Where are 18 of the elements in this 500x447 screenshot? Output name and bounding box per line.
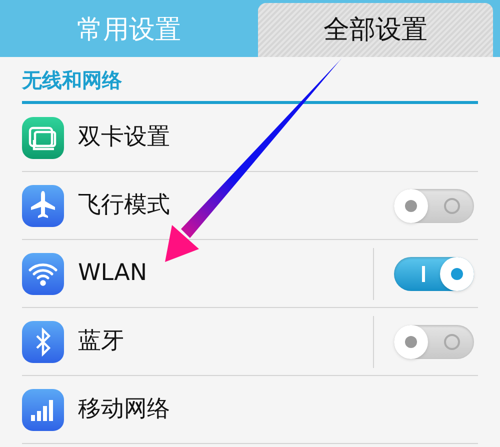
toggle-switch[interactable] bbox=[394, 188, 474, 222]
tab[interactable]: 全部设置 bbox=[258, 3, 493, 57]
settings-row[interactable]: WLAN bbox=[22, 240, 478, 308]
row-label: 飞行模式 bbox=[78, 191, 171, 220]
settings-row[interactable]: 移动网络 bbox=[22, 376, 478, 444]
signal-bars-icon bbox=[22, 388, 64, 430]
row-label: 双卡设置 bbox=[78, 123, 171, 152]
section-title: 无线和网络 bbox=[22, 67, 122, 94]
toggle-switch[interactable] bbox=[394, 324, 474, 358]
bluetooth-icon bbox=[22, 320, 64, 362]
settings-row[interactable]: 蓝牙 bbox=[22, 308, 478, 376]
airplane-icon bbox=[22, 184, 64, 226]
sim-cards-icon bbox=[22, 116, 64, 158]
row-label: 移动网络 bbox=[78, 395, 171, 424]
row-label: 蓝牙 bbox=[78, 327, 125, 356]
toggle-switch[interactable] bbox=[394, 256, 474, 290]
wifi-icon bbox=[22, 252, 64, 294]
row-label: WLAN bbox=[78, 259, 148, 288]
